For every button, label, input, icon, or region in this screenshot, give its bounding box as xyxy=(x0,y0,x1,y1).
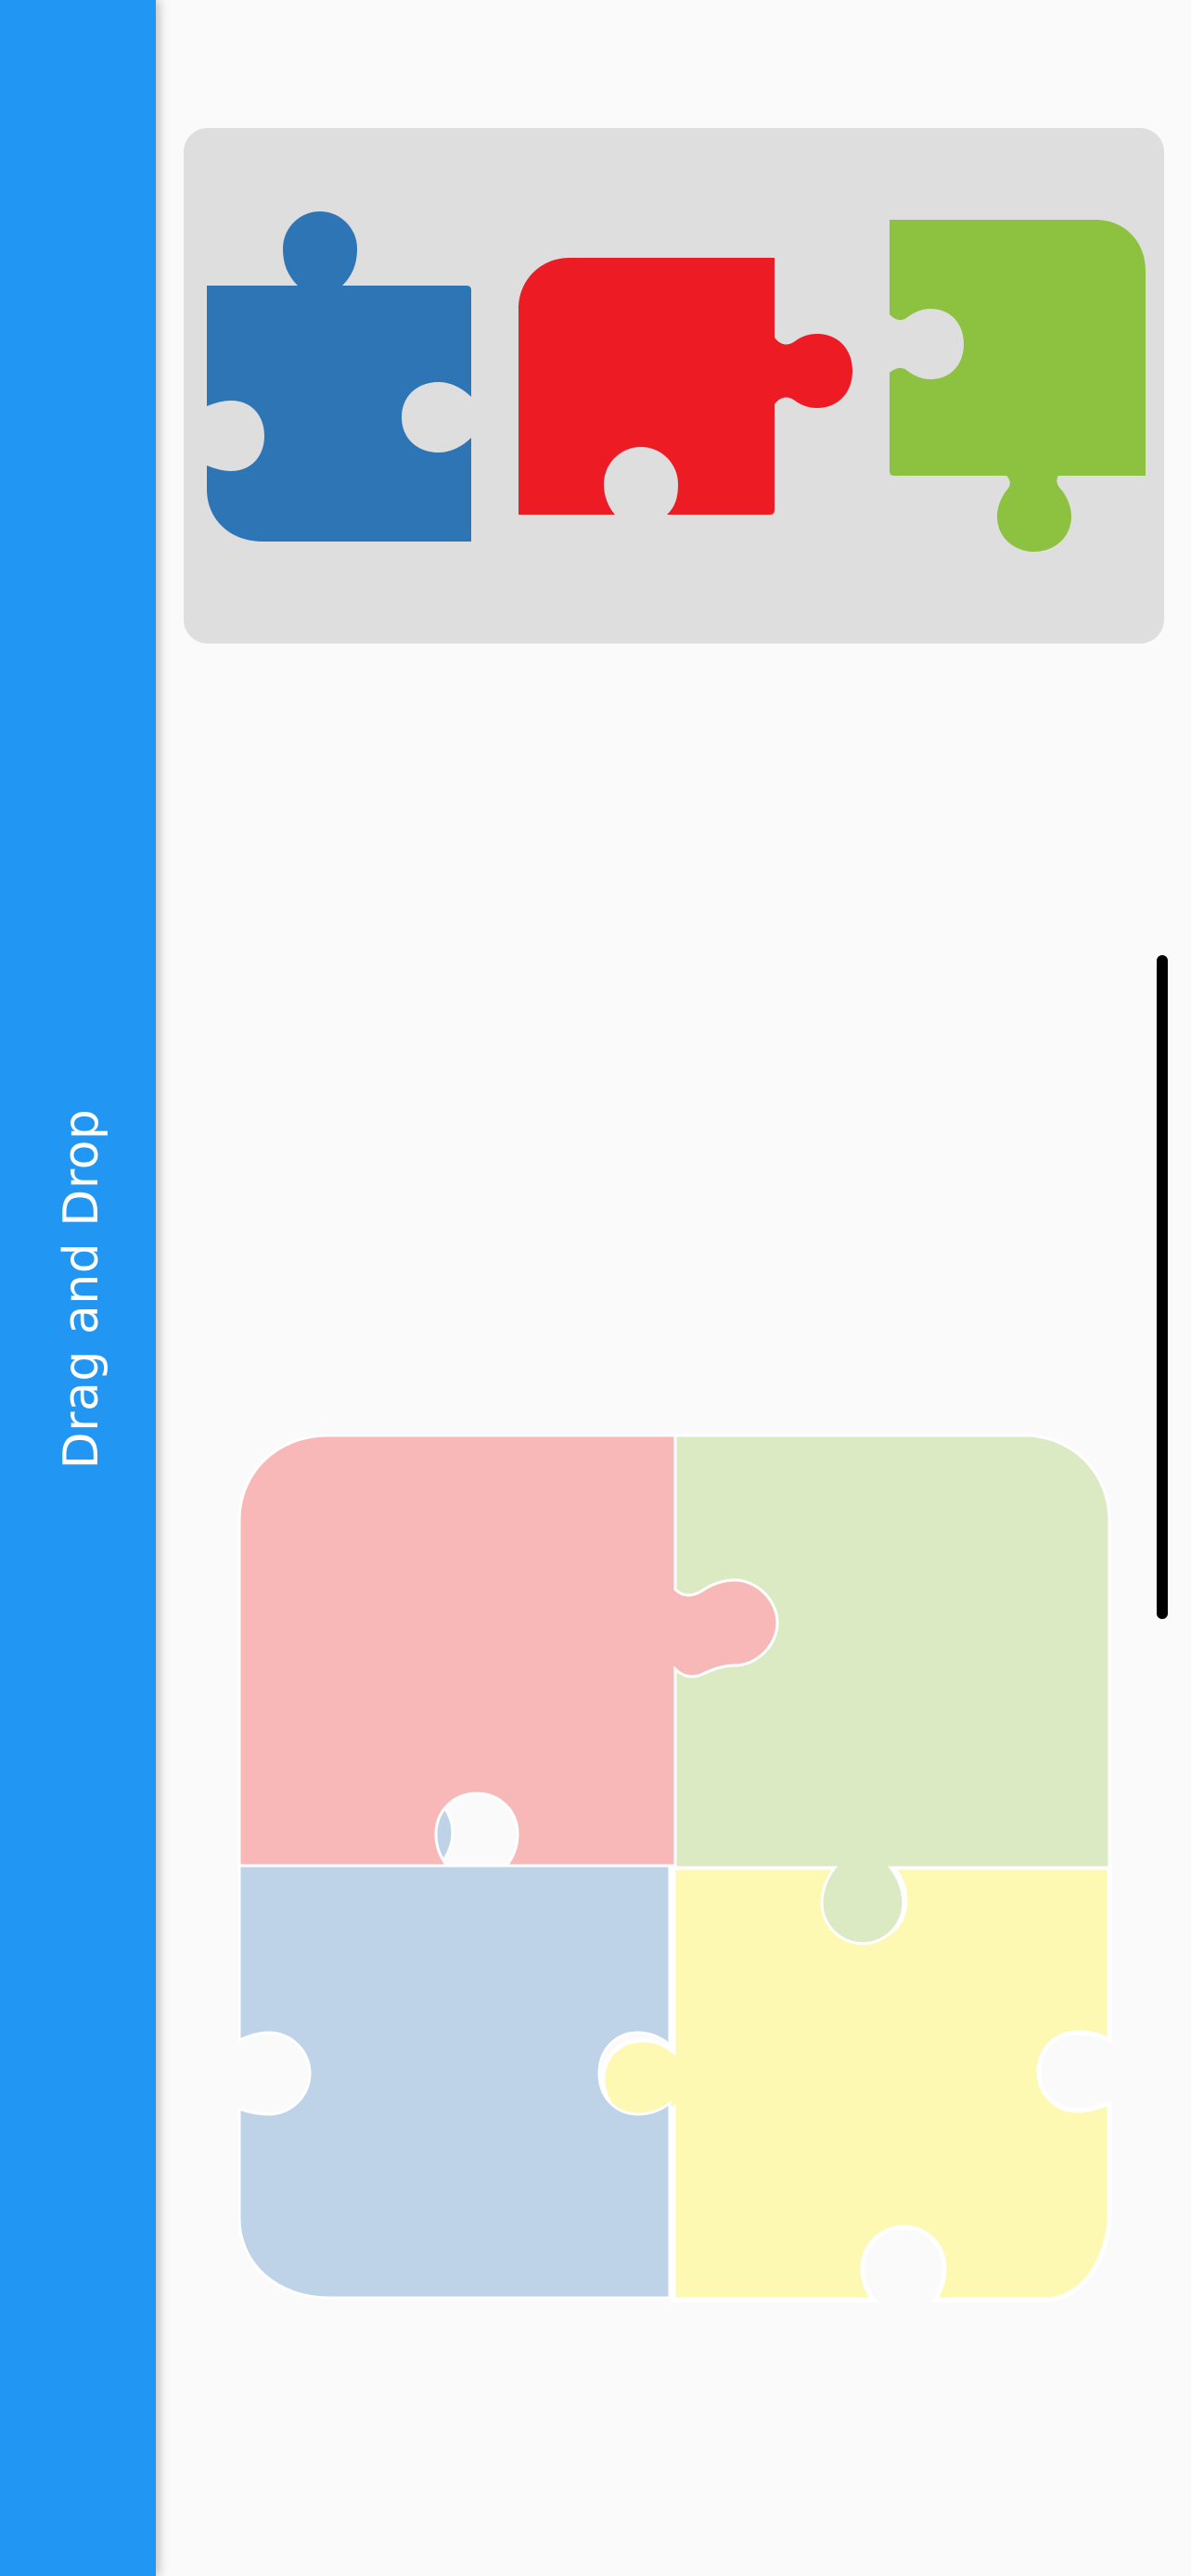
red-puzzle-piece[interactable] xyxy=(519,258,871,536)
scroll-handle[interactable] xyxy=(1157,955,1168,1619)
puzzle-board xyxy=(237,1434,1112,2302)
puzzle-piece-tray xyxy=(184,128,1164,644)
blue-puzzle-piece[interactable] xyxy=(207,211,485,564)
bottom-left-slot[interactable] xyxy=(237,1790,672,2300)
green-puzzle-piece-shape xyxy=(890,220,1146,552)
app-root: Drag and Drop xyxy=(0,0,1191,2576)
app-bar-title: Drag and Drop xyxy=(54,1108,109,1470)
top-right-slot[interactable] xyxy=(673,1434,1111,1945)
green-puzzle-piece[interactable] xyxy=(890,220,1168,572)
red-puzzle-piece-shape xyxy=(519,258,852,515)
blue-puzzle-piece-shape xyxy=(207,211,471,542)
app-bar: Drag and Drop xyxy=(0,0,156,2576)
